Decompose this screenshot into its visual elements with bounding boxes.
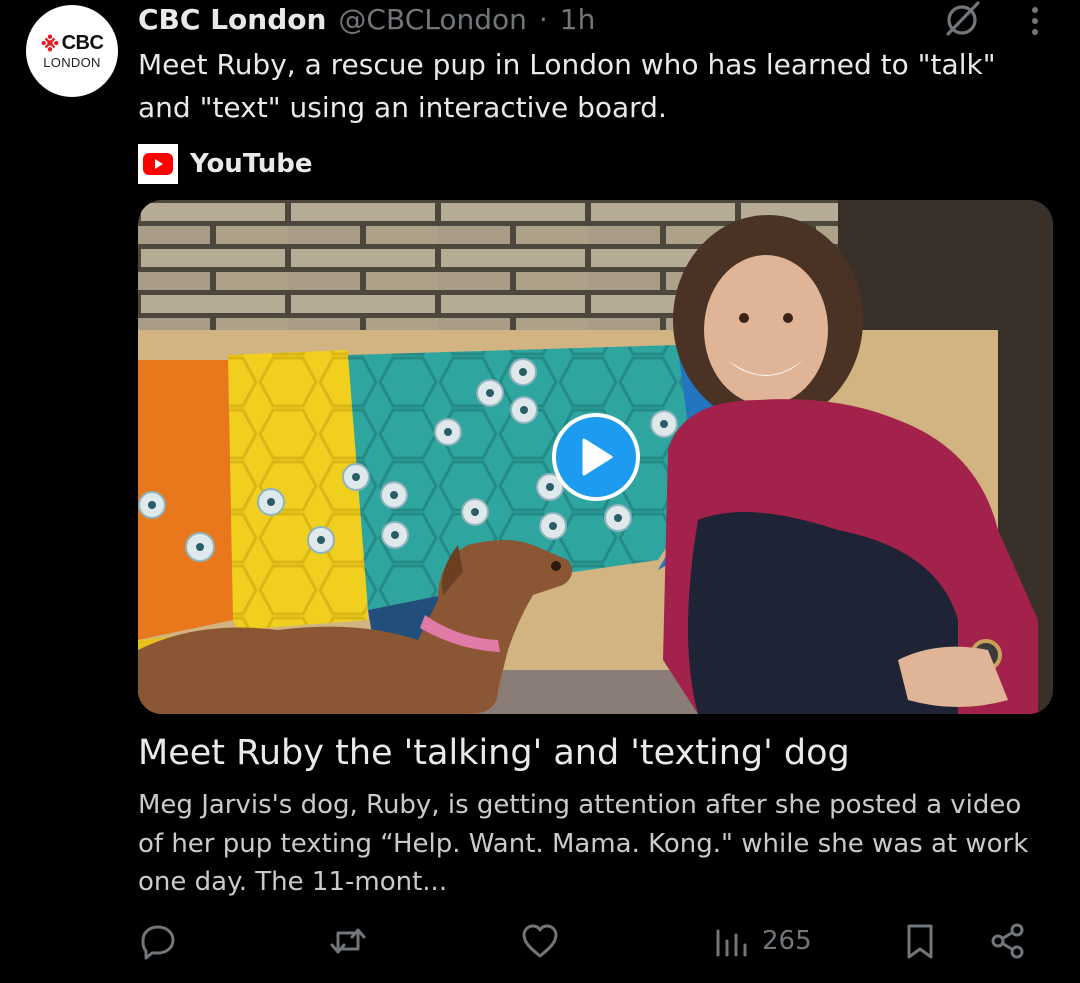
tweet-text: Meet Ruby, a rescue pup in London who ha… (138, 48, 996, 124)
youtube-icon (138, 144, 178, 184)
card-source[interactable]: YouTube (138, 144, 312, 184)
tweet-header: CBC London @CBCLondon · 1h (138, 0, 595, 38)
reply-button[interactable] (138, 918, 178, 964)
source-label: YouTube (190, 149, 313, 179)
tweet[interactable]: CBC LONDON CBC London @CBCLondon · 1h Me… (0, 0, 1080, 983)
retweet-icon (330, 928, 366, 954)
share-icon (991, 923, 1024, 959)
video-thumbnail[interactable] (138, 200, 1053, 714)
share-button[interactable] (988, 918, 1028, 964)
card-title[interactable]: Meet Ruby the 'talking' and 'texting' do… (138, 730, 1048, 776)
separator-dot: · (538, 2, 548, 36)
grok-icon[interactable] (940, 0, 984, 38)
views-icon (716, 929, 747, 957)
views-button[interactable]: 265 (712, 918, 812, 964)
card-description: Meg Jarvis's dog, Ruby, is getting atten… (138, 790, 1029, 897)
views-count: 265 (762, 926, 812, 956)
bookmark-button[interactable] (900, 918, 940, 964)
cbc-gem-icon (41, 34, 59, 51)
retweet-button[interactable] (328, 918, 368, 964)
like-button[interactable] (520, 918, 560, 964)
account-name[interactable]: CBC London (138, 3, 326, 36)
avatar-logo: CBC (41, 33, 104, 53)
reply-icon (141, 925, 175, 960)
account-handle[interactable]: @CBCLondon (338, 3, 526, 36)
bookmark-icon (907, 924, 933, 959)
more-icon[interactable] (1022, 4, 1048, 38)
play-button[interactable] (552, 413, 640, 501)
play-icon (582, 438, 613, 476)
timestamp[interactable]: 1h (560, 3, 596, 36)
avatar-brand: CBC (61, 31, 104, 54)
avatar[interactable]: CBC LONDON (26, 5, 118, 97)
like-icon (522, 924, 558, 958)
avatar-city: LONDON (43, 54, 101, 70)
